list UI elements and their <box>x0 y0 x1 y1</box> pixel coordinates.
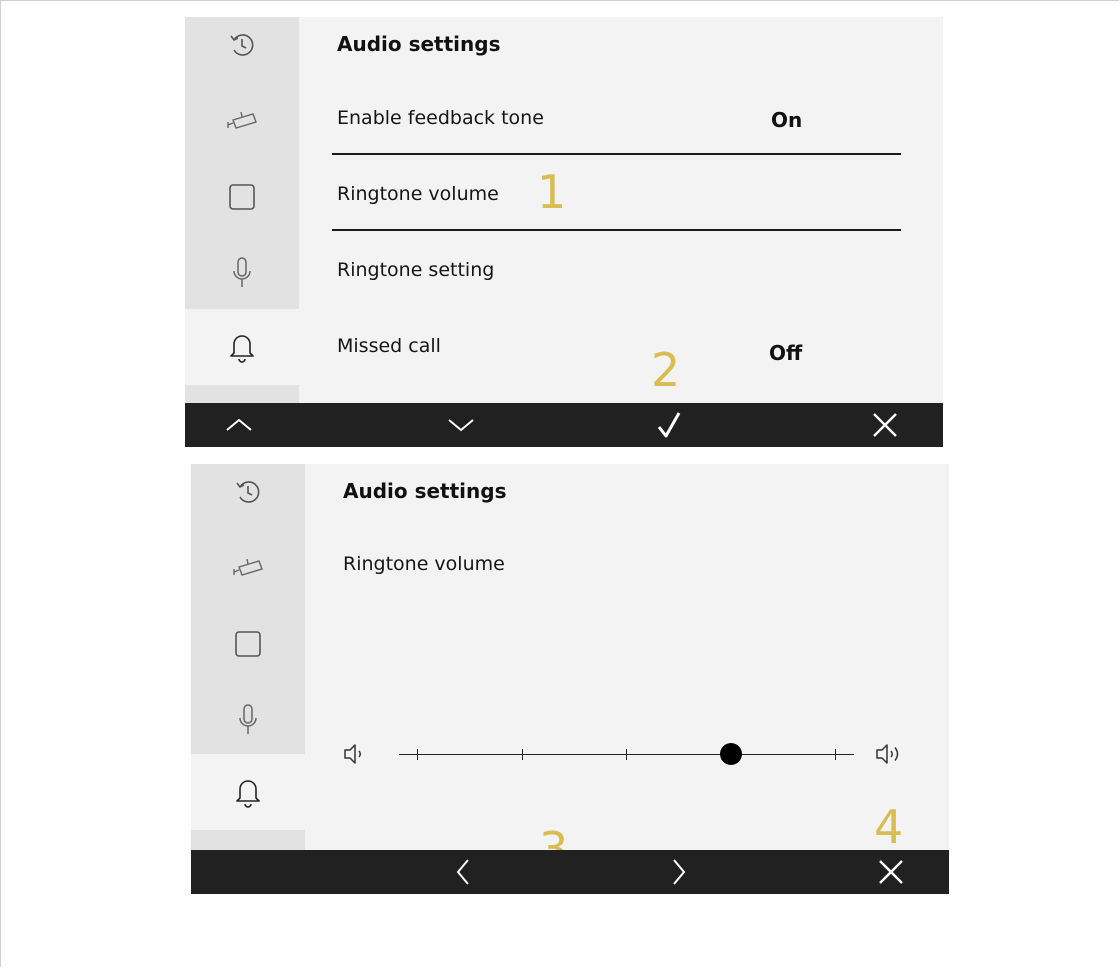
sidebar-item-microphone[interactable] <box>191 682 305 758</box>
close-icon <box>873 413 897 437</box>
selection-top-line <box>332 153 901 155</box>
sidebar <box>185 17 299 403</box>
sidebar-item-history[interactable] <box>185 17 299 83</box>
confirm-button[interactable] <box>639 403 699 447</box>
audio-settings-screen-volume: Audio settings Ringtone volume 3 4 <box>191 464 949 894</box>
history-icon <box>236 481 260 503</box>
chevron-down-icon <box>448 419 474 432</box>
camera-icon <box>233 558 263 576</box>
row-feedback-tone-label[interactable]: Enable feedback tone <box>337 107 544 129</box>
page-title: Audio settings <box>343 479 507 503</box>
previous-button[interactable] <box>433 850 493 894</box>
sidebar-item-square[interactable] <box>185 159 299 235</box>
next-button[interactable] <box>649 850 709 894</box>
chevron-up-icon <box>226 418 252 431</box>
history-icon <box>230 34 254 56</box>
chevron-left-icon <box>456 859 469 885</box>
sidebar-item-history[interactable] <box>191 464 305 530</box>
checkmark-icon <box>657 412 681 438</box>
close-button[interactable] <box>861 850 921 894</box>
slider-tick <box>626 749 627 760</box>
row-ringtone-volume-label[interactable]: Ringtone volume <box>337 183 499 205</box>
sidebar-item-microphone[interactable] <box>185 235 299 311</box>
microphone-icon <box>233 257 251 287</box>
row-feedback-tone-value: On <box>771 108 803 132</box>
close-button[interactable] <box>855 403 915 447</box>
down-button[interactable] <box>431 403 491 447</box>
square-icon <box>229 184 255 210</box>
microphone-icon <box>239 704 257 734</box>
volume-low-icon <box>344 744 361 764</box>
volume-high-icon <box>876 744 899 764</box>
selection-bottom-line <box>332 229 901 231</box>
callout-2: 2 <box>651 343 681 397</box>
sidebar-item-camera[interactable] <box>191 530 305 606</box>
toolbar <box>185 403 943 447</box>
row-ringtone-setting-label[interactable]: Ringtone setting <box>337 259 494 281</box>
callout-4: 4 <box>874 800 904 854</box>
sidebar-item-square[interactable] <box>191 606 305 682</box>
square-icon <box>235 631 261 657</box>
bell-icon <box>236 780 260 808</box>
row-missed-call-label[interactable]: Missed call <box>337 335 441 357</box>
sidebar-item-camera[interactable] <box>185 83 299 159</box>
up-button[interactable] <box>209 403 269 447</box>
toolbar <box>191 850 949 894</box>
sidebar <box>191 464 305 850</box>
bell-icon <box>230 335 254 363</box>
sidebar-item-bell[interactable] <box>191 754 305 830</box>
chevron-right-icon <box>673 859 686 885</box>
page-title: Audio settings <box>337 32 501 56</box>
slider-knob[interactable] <box>720 743 742 765</box>
slider-tick <box>417 749 418 760</box>
slider-tick <box>835 749 836 760</box>
slider-tick <box>522 749 523 760</box>
callout-1: 1 <box>537 165 567 219</box>
audio-settings-screen-list: Audio settings Enable feedback tone On R… <box>185 17 943 447</box>
sidebar-item-bell[interactable] <box>185 309 299 385</box>
row-missed-call-value: Off <box>769 341 803 365</box>
ringtone-volume-label: Ringtone volume <box>343 553 505 575</box>
camera-icon <box>227 111 257 129</box>
close-icon <box>879 860 903 884</box>
